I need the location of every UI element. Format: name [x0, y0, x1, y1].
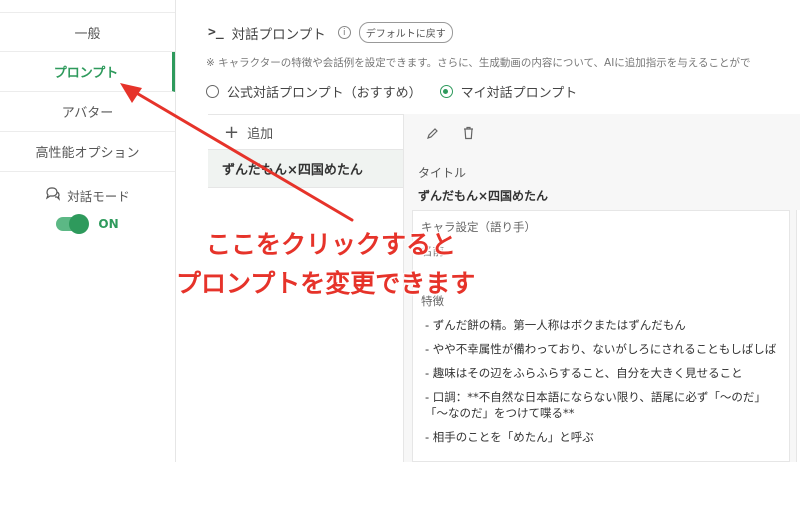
character-setting-card: キャラ設定（語り手） 名前 特徴 - ずんだ餅の精。第一人称はボクまたはずんだも… — [412, 210, 790, 462]
prompt-list-item-label: ずんだもん×四国めたん — [222, 163, 363, 178]
radio-label: マイ対話プロンプト — [460, 86, 578, 101]
plus-icon: + — [224, 121, 240, 143]
title-field-value[interactable]: ずんだもん×四国めたん — [418, 187, 548, 204]
sidebar-item-label: 高性能オプション — [35, 146, 140, 161]
reset-default-button[interactable]: デフォルトに戻す — [358, 22, 453, 43]
prompt-list-item[interactable]: ずんだもん×四国めたん — [208, 150, 403, 188]
radio-label: 公式対話プロンプト（おすすめ） — [227, 86, 422, 101]
page-header: >_ 対話プロンプト i デフォルトに戻す — [208, 22, 453, 43]
chat-bubble-icon — [45, 187, 61, 204]
dialog-mode-label: 対話モード — [67, 189, 130, 204]
terminal-prompt-icon: >_ — [208, 25, 224, 40]
add-label: 追加 — [247, 126, 274, 142]
editor-toolbar — [426, 126, 475, 144]
toggle-state-label: ON — [98, 217, 119, 231]
secondary-card — [796, 210, 800, 462]
dialog-mode-toggle-row: ON — [0, 214, 175, 234]
sidebar-item-label: アバター — [61, 106, 114, 121]
trait-line: - 口調：**不自然な日本語にならない限り、語尾に必ず「〜のだ」 — [425, 390, 766, 404]
dialog-mode-row: 対話モード — [0, 186, 175, 205]
trait-line: - ずんだ餅の精。第一人称はボクまたはずんだもん — [425, 318, 686, 332]
sidebar-item-prompt[interactable]: プロンプト — [0, 52, 175, 92]
sidebar-item-advanced-options[interactable]: 高性能オプション — [0, 132, 175, 172]
trait-line: 「〜なのだ」をつけて喋る** — [425, 406, 575, 420]
radio-button-icon — [206, 85, 219, 98]
info-icon[interactable]: i — [337, 26, 351, 39]
title-field-label: タイトル — [418, 166, 467, 180]
sidebar-item-label: プロンプト — [53, 66, 119, 81]
trait-line: - 趣味はその辺をふらふらすること、自分を大きく見せること — [425, 366, 743, 380]
add-prompt-button[interactable]: + 追加 — [208, 114, 403, 150]
trash-icon[interactable] — [462, 126, 475, 144]
radio-official-prompt[interactable]: 公式対話プロンプト（おすすめ） — [206, 82, 422, 101]
sidebar-item-avatar[interactable]: アバター — [0, 92, 175, 132]
annotation-text-line2: プロンプトを変更できます — [176, 269, 476, 298]
radio-my-prompt[interactable]: マイ対話プロンプト — [439, 82, 578, 101]
trait-line: - 相手のことを「めたん」と呼ぶ — [425, 430, 594, 444]
dialog-mode-toggle[interactable] — [56, 214, 90, 234]
page-description: ※ キャラクターの特徴や会話例を設定できます。さらに、生成動画の内容について、A… — [206, 57, 751, 69]
annotation-text-line1: ここをクリックすると — [206, 230, 457, 259]
sidebar-item-label: 一般 — [74, 26, 101, 42]
sidebar-item-general[interactable]: 一般 — [0, 12, 175, 52]
radio-button-selected-icon — [439, 85, 453, 98]
pencil-icon[interactable] — [426, 126, 440, 144]
sidebar: 一般 プロンプト アバター 高性能オプション 対話モード ON — [0, 0, 176, 462]
trait-line: - やや不幸属性が備わっており、ないがしろにされることもしばしば — [425, 342, 777, 356]
page-title: 対話プロンプト — [231, 26, 326, 43]
prompt-type-radio-group: 公式対話プロンプト（おすすめ） マイ対話プロンプト — [206, 82, 577, 101]
